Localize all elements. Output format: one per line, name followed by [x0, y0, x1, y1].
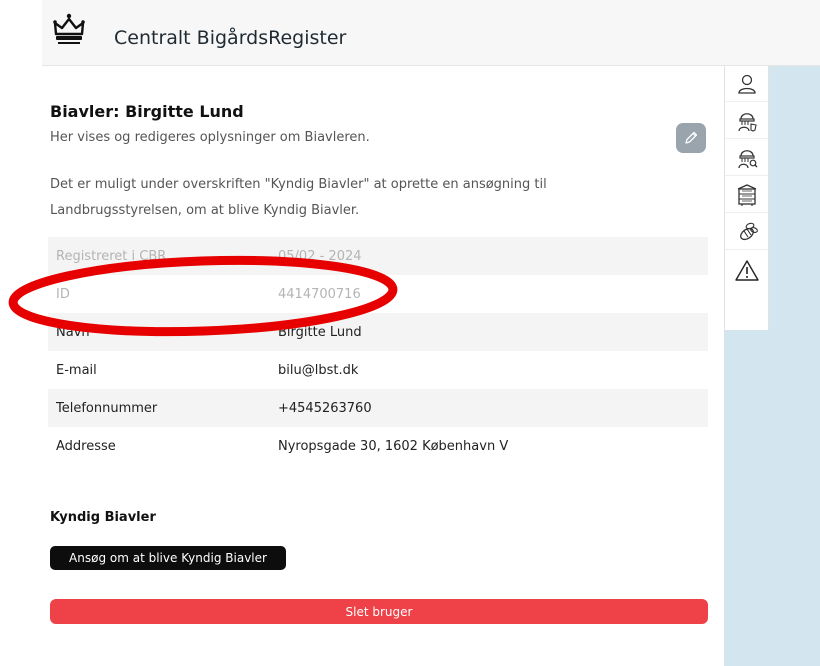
beekeeper-search-icon[interactable]	[725, 140, 768, 176]
detail-value: +4545263760	[278, 400, 372, 416]
detail-value: Nyropsgade 30, 1602 København V	[278, 438, 509, 454]
delete-user-button[interactable]: Slet bruger	[50, 599, 708, 624]
crown-icon[interactable]	[52, 12, 86, 46]
details-table: Registreret i CBR 05/02 - 2024 ID 441470…	[48, 237, 708, 465]
beehive-icon[interactable]	[725, 177, 768, 213]
person-icon[interactable]	[725, 66, 768, 102]
warning-icon[interactable]	[725, 251, 768, 329]
table-row: Registreret i CBR 05/02 - 2024	[48, 237, 708, 275]
detail-value: 4414700716	[278, 286, 361, 302]
detail-value: 05/02 - 2024	[278, 248, 362, 264]
detail-label: Addresse	[56, 438, 116, 454]
table-row: Navn Birgitte Lund	[48, 313, 708, 351]
detail-label: Registreret i CBR	[56, 248, 167, 264]
edit-button[interactable]	[676, 123, 706, 153]
table-row: Addresse Nyropsgade 30, 1602 København V	[48, 427, 708, 465]
table-row: ID 4414700716	[48, 275, 708, 313]
description-text: Det er muligt under overskriften "Kyndig…	[50, 177, 547, 218]
detail-label: Telefonnummer	[56, 400, 158, 416]
detail-label: Navn	[56, 324, 90, 340]
app-title: Centralt BigårdsRegister	[114, 27, 347, 49]
table-row: Telefonnummer +4545263760	[48, 389, 708, 427]
app-header: Centralt BigårdsRegister	[42, 0, 820, 66]
apply-kyndig-button[interactable]: Ansøg om at blive Kyndig Biavler	[50, 546, 286, 570]
pencil-icon	[685, 131, 698, 144]
detail-label: E-mail	[56, 362, 97, 378]
page-title: Biavler: Birgitte Lund	[50, 102, 244, 121]
side-icon-bar	[724, 66, 769, 330]
detail-value: bilu@lbst.dk	[278, 362, 359, 378]
page-subtitle: Her vises og redigeres oplysninger om Bi…	[50, 130, 370, 145]
beekeeper-shield-icon[interactable]	[725, 103, 768, 139]
bee-icon[interactable]	[725, 214, 768, 250]
table-row: E-mail bilu@lbst.dk	[48, 351, 708, 389]
detail-label: ID	[56, 286, 70, 302]
detail-value: Birgitte Lund	[278, 324, 362, 340]
section-heading: Kyndig Biavler	[50, 510, 156, 525]
